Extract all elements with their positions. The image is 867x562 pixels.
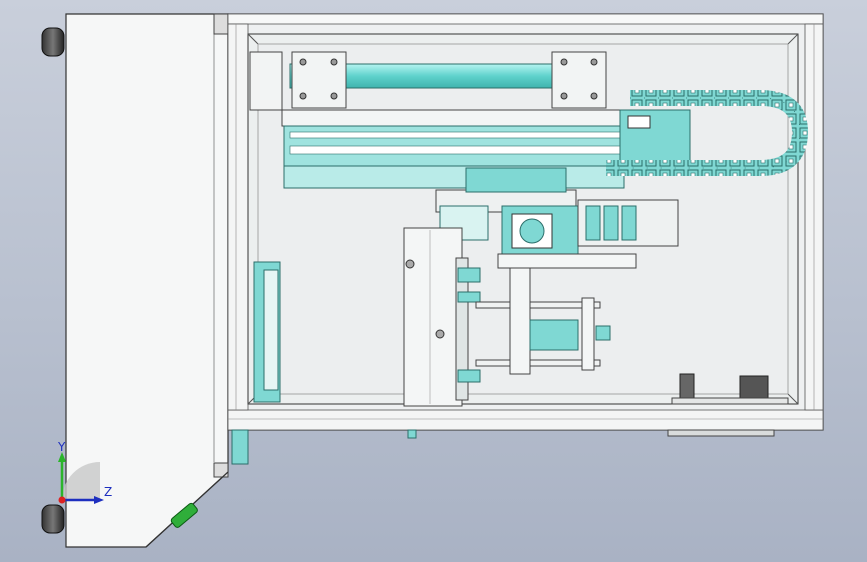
cad-viewport[interactable]: Y Z — [0, 0, 867, 562]
triad-z-label: Z — [104, 485, 113, 499]
door-knob-bottom — [41, 504, 65, 534]
bottom-fitting — [231, 429, 417, 465]
door-knob-top — [41, 27, 65, 57]
machine-assembly-drawing — [41, 13, 824, 548]
triad-y-label: Y — [58, 440, 66, 454]
side-mounting-plate — [253, 261, 281, 403]
